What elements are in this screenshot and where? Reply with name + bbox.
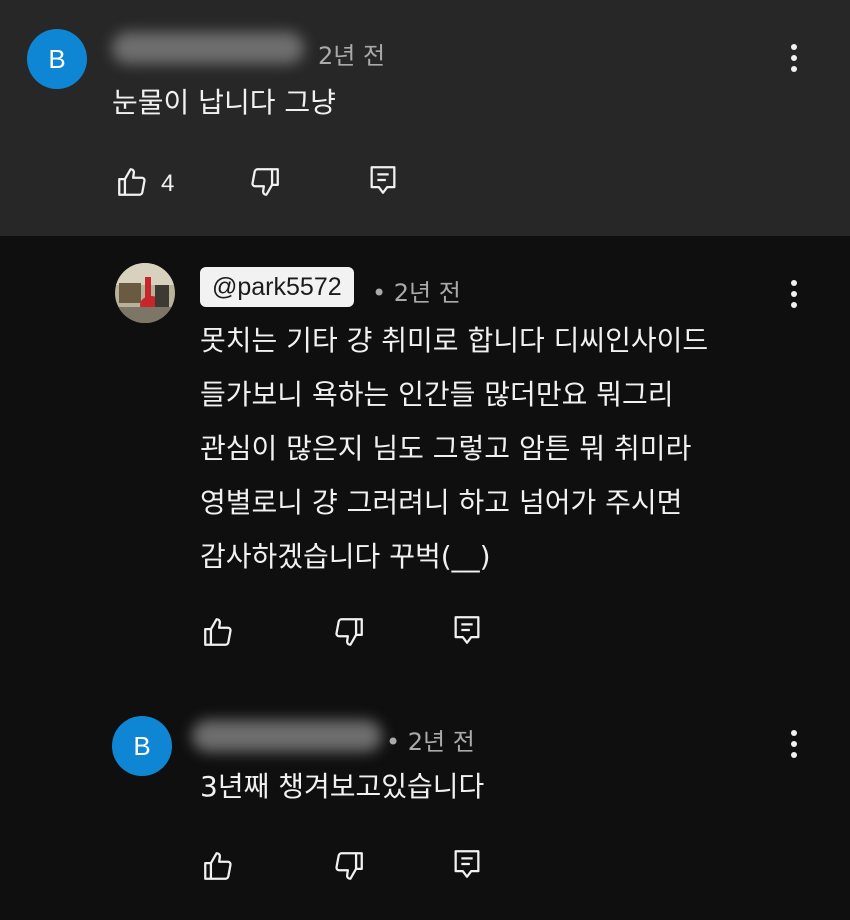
comment-text: 못치는 기타 걍 취미로 합니다 디씨인사이드 들가보니 욕하는 인간들 많더만… — [200, 314, 708, 584]
comment-time: • 2년 전 — [372, 279, 461, 307]
reply-comment-icon[interactable] — [447, 844, 487, 884]
comment-text-line: 관심이 많은지 님도 그렇고 암튼 뭐 취미라 — [200, 432, 692, 465]
like-count: 4 — [161, 170, 175, 197]
comment-text-line: 감사하겠습니다 꾸벅(__) — [200, 540, 491, 573]
avatar[interactable]: B — [27, 29, 87, 89]
thumbs-up-icon[interactable] — [198, 846, 238, 886]
author-handle[interactable]: @park5572 — [200, 267, 354, 307]
comment-text-line: 3년째 챙겨보고있습니다 — [200, 770, 485, 803]
thumbs-up-icon[interactable] — [112, 162, 152, 202]
comment-time: • 2년 전 — [386, 728, 475, 756]
reply-comment-icon[interactable] — [363, 160, 403, 200]
comment-text-line: 못치는 기타 걍 취미로 합니다 디씨인사이드 — [200, 324, 709, 357]
avatar[interactable]: B — [112, 716, 172, 776]
comment-text-line: 눈물이 납니다 그냥 — [112, 86, 336, 119]
comment-text: 눈물이 납니다 그냥 — [112, 76, 336, 130]
author-name-blurred[interactable] — [112, 32, 304, 64]
more-vert-icon[interactable] — [779, 38, 809, 78]
reply-comment-icon[interactable] — [447, 610, 487, 650]
thumbs-down-icon[interactable] — [245, 162, 285, 202]
author-name-blurred[interactable] — [192, 720, 382, 752]
comment-time: 2년 전 — [318, 42, 386, 70]
thumbs-down-icon[interactable] — [329, 846, 369, 886]
top-comment: B 2년 전 눈물이 납니다 그냥 4 — [0, 0, 850, 236]
comment-text-line: 들가보니 욕하는 인간들 많더만요 뭐그리 — [200, 378, 674, 411]
thumbs-down-icon[interactable] — [329, 612, 369, 652]
more-vert-icon[interactable] — [779, 724, 809, 764]
more-vert-icon[interactable] — [779, 274, 809, 314]
comment-text-line: 영별로니 걍 그러려니 하고 넘어가 주시면 — [200, 486, 683, 519]
avatar[interactable] — [115, 263, 175, 323]
thumbs-up-icon[interactable] — [198, 612, 238, 652]
comment-text: 3년째 챙겨보고있습니다 — [200, 760, 484, 814]
